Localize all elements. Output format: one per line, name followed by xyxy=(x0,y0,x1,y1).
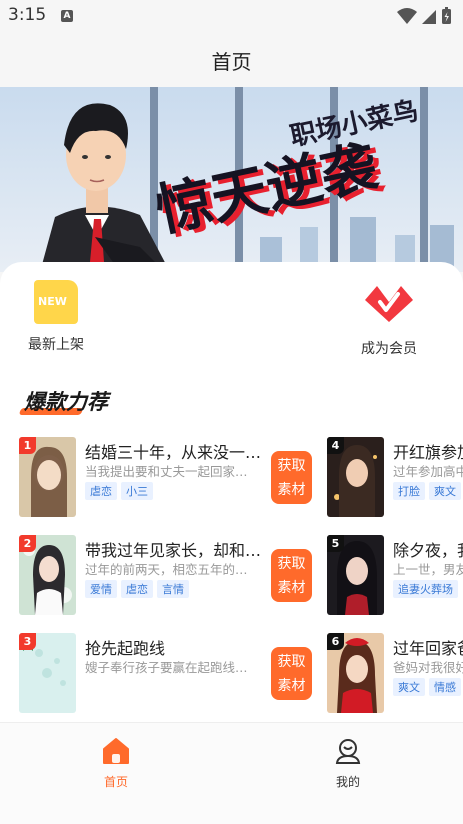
new-badge-text: NEW xyxy=(38,295,67,308)
quick-action-label: 成为会员 xyxy=(361,341,417,357)
book-item[interactable]: 2 带我过年见家长，却和… 过年的前两天，相恋五年的… 爱情 虐恋 言情 获取素材 xyxy=(19,535,319,617)
tag: 打脸 xyxy=(393,482,425,500)
book-item[interactable]: 6 过年回家爸 爸妈对我很好 爽文情感 xyxy=(327,633,463,715)
book-cover: 4 xyxy=(327,437,384,517)
book-tags: 打脸 爽文 xyxy=(393,480,463,500)
book-description: 过年参加高中 xyxy=(393,464,463,479)
home-icon xyxy=(103,738,129,764)
banner-illustration: 职场小菜鸟 惊天逆袭 惊天逆袭 xyxy=(0,87,463,272)
rank-badge: 2 xyxy=(19,535,36,552)
book-title: 抢先起跑线 xyxy=(85,639,166,658)
rank-badge: 5 xyxy=(327,535,344,552)
book-item[interactable]: 5 除夕夜，我 上一世，男友 追妻火葬场 xyxy=(327,535,463,617)
tag: 言情 xyxy=(157,580,189,598)
get-material-button[interactable]: 获取 素材 xyxy=(271,451,312,504)
tag: 爽文 xyxy=(393,678,425,696)
get-material-label-1: 获取 xyxy=(277,654,306,670)
new-badge-icon: NEW xyxy=(34,280,78,324)
book-item[interactable]: 4 开红旗参加 过年参加高中 打脸爽文 xyxy=(327,437,463,519)
tag: 爱情 xyxy=(85,580,117,598)
get-material-label-2: 素材 xyxy=(277,580,306,596)
book-cover: 3 xyxy=(19,633,76,713)
rank-badge: 1 xyxy=(19,437,36,454)
book-title: 除夕夜，我 xyxy=(393,541,463,560)
tag: 追妻火葬场 xyxy=(393,580,458,598)
notification-icon: A xyxy=(61,10,73,22)
book-description: 上一世，男友 xyxy=(393,562,463,577)
profile-icon xyxy=(335,739,361,764)
book-item[interactable]: 3 抢先起跑线 嫂子奉行孩子要赢在起跑线… 获取素材 xyxy=(19,633,319,715)
tag: 虐恋 xyxy=(121,580,153,598)
book-title: 带我过年见家长，却和… xyxy=(85,541,261,560)
book-tags: 虐恋 小三 xyxy=(85,480,261,500)
book-description: 爸妈对我很好 xyxy=(393,660,463,675)
book-tags: 追妻火葬场 xyxy=(393,578,462,598)
get-material-label-1: 获取 xyxy=(277,556,306,572)
book-title: 结婚三十年，从来没一… xyxy=(85,443,261,462)
tab-home[interactable]: 首页 xyxy=(76,737,156,790)
title-bar: 首页 xyxy=(0,32,463,87)
tag: 虐恋 xyxy=(85,482,117,500)
get-material-button[interactable]: 获取 素材 xyxy=(271,549,312,602)
book-tags: 爽文 情感 xyxy=(393,676,463,696)
book-cover: 6 xyxy=(327,633,384,713)
get-material-button[interactable]: 获取 素材 xyxy=(271,647,312,700)
bottom-tab-bar: 首页 我的 xyxy=(0,722,463,824)
book-title: 过年回家爸 xyxy=(393,639,463,658)
system-status-icons xyxy=(397,7,451,24)
status-bar: 3:15 A xyxy=(0,0,463,32)
quick-action-label: 最新上架 xyxy=(28,337,84,353)
book-description: 当我提出要和丈夫一起回家… xyxy=(85,464,248,479)
status-time: 3:15 xyxy=(8,5,47,25)
tab-label: 首页 xyxy=(103,775,128,789)
book-item[interactable]: 1 结婚三十年，从来没一… 当我提出要和丈夫一起回家… 虐恋 小三 获取素材 xyxy=(19,437,319,519)
book-tags: 爱情 虐恋 言情 xyxy=(85,578,261,598)
book-cover: 2 xyxy=(19,535,76,615)
page-title: 首页 xyxy=(211,50,252,74)
vip-crown-icon xyxy=(365,286,413,322)
book-cover: 1 xyxy=(19,437,76,517)
get-material-label-2: 素材 xyxy=(277,482,306,498)
get-material-label-2: 素材 xyxy=(277,678,306,694)
tag: 情感 xyxy=(429,678,461,696)
promo-banner[interactable]: 职场小菜鸟 惊天逆袭 惊天逆袭 xyxy=(0,87,463,272)
rank-badge: 6 xyxy=(327,633,344,650)
rank-badge: 4 xyxy=(327,437,344,454)
section-title: 爆款力荐 xyxy=(24,390,108,414)
quick-action-new-arrivals[interactable]: NEW 最新上架 xyxy=(11,280,101,354)
rank-badge: 3 xyxy=(19,633,36,650)
get-material-label-1: 获取 xyxy=(277,458,306,474)
tag: 小三 xyxy=(121,482,153,500)
tab-label: 我的 xyxy=(335,775,360,789)
content-sheet: NEW 最新上架 成为会员 爆款力荐 1 结婚三十年，从来没一… 当我提出要和丈… xyxy=(0,262,463,722)
tag: 爽文 xyxy=(429,482,461,500)
wifi-icon xyxy=(397,8,417,24)
signal-icon xyxy=(422,10,436,24)
book-description: 过年的前两天，相恋五年的… xyxy=(85,562,248,577)
quick-action-become-member[interactable]: 成为会员 xyxy=(344,280,434,358)
book-title: 开红旗参加 xyxy=(393,443,463,462)
book-cover: 5 xyxy=(327,535,384,615)
tab-profile[interactable]: 我的 xyxy=(308,737,388,790)
book-description: 嫂子奉行孩子要赢在起跑线… xyxy=(85,660,248,675)
